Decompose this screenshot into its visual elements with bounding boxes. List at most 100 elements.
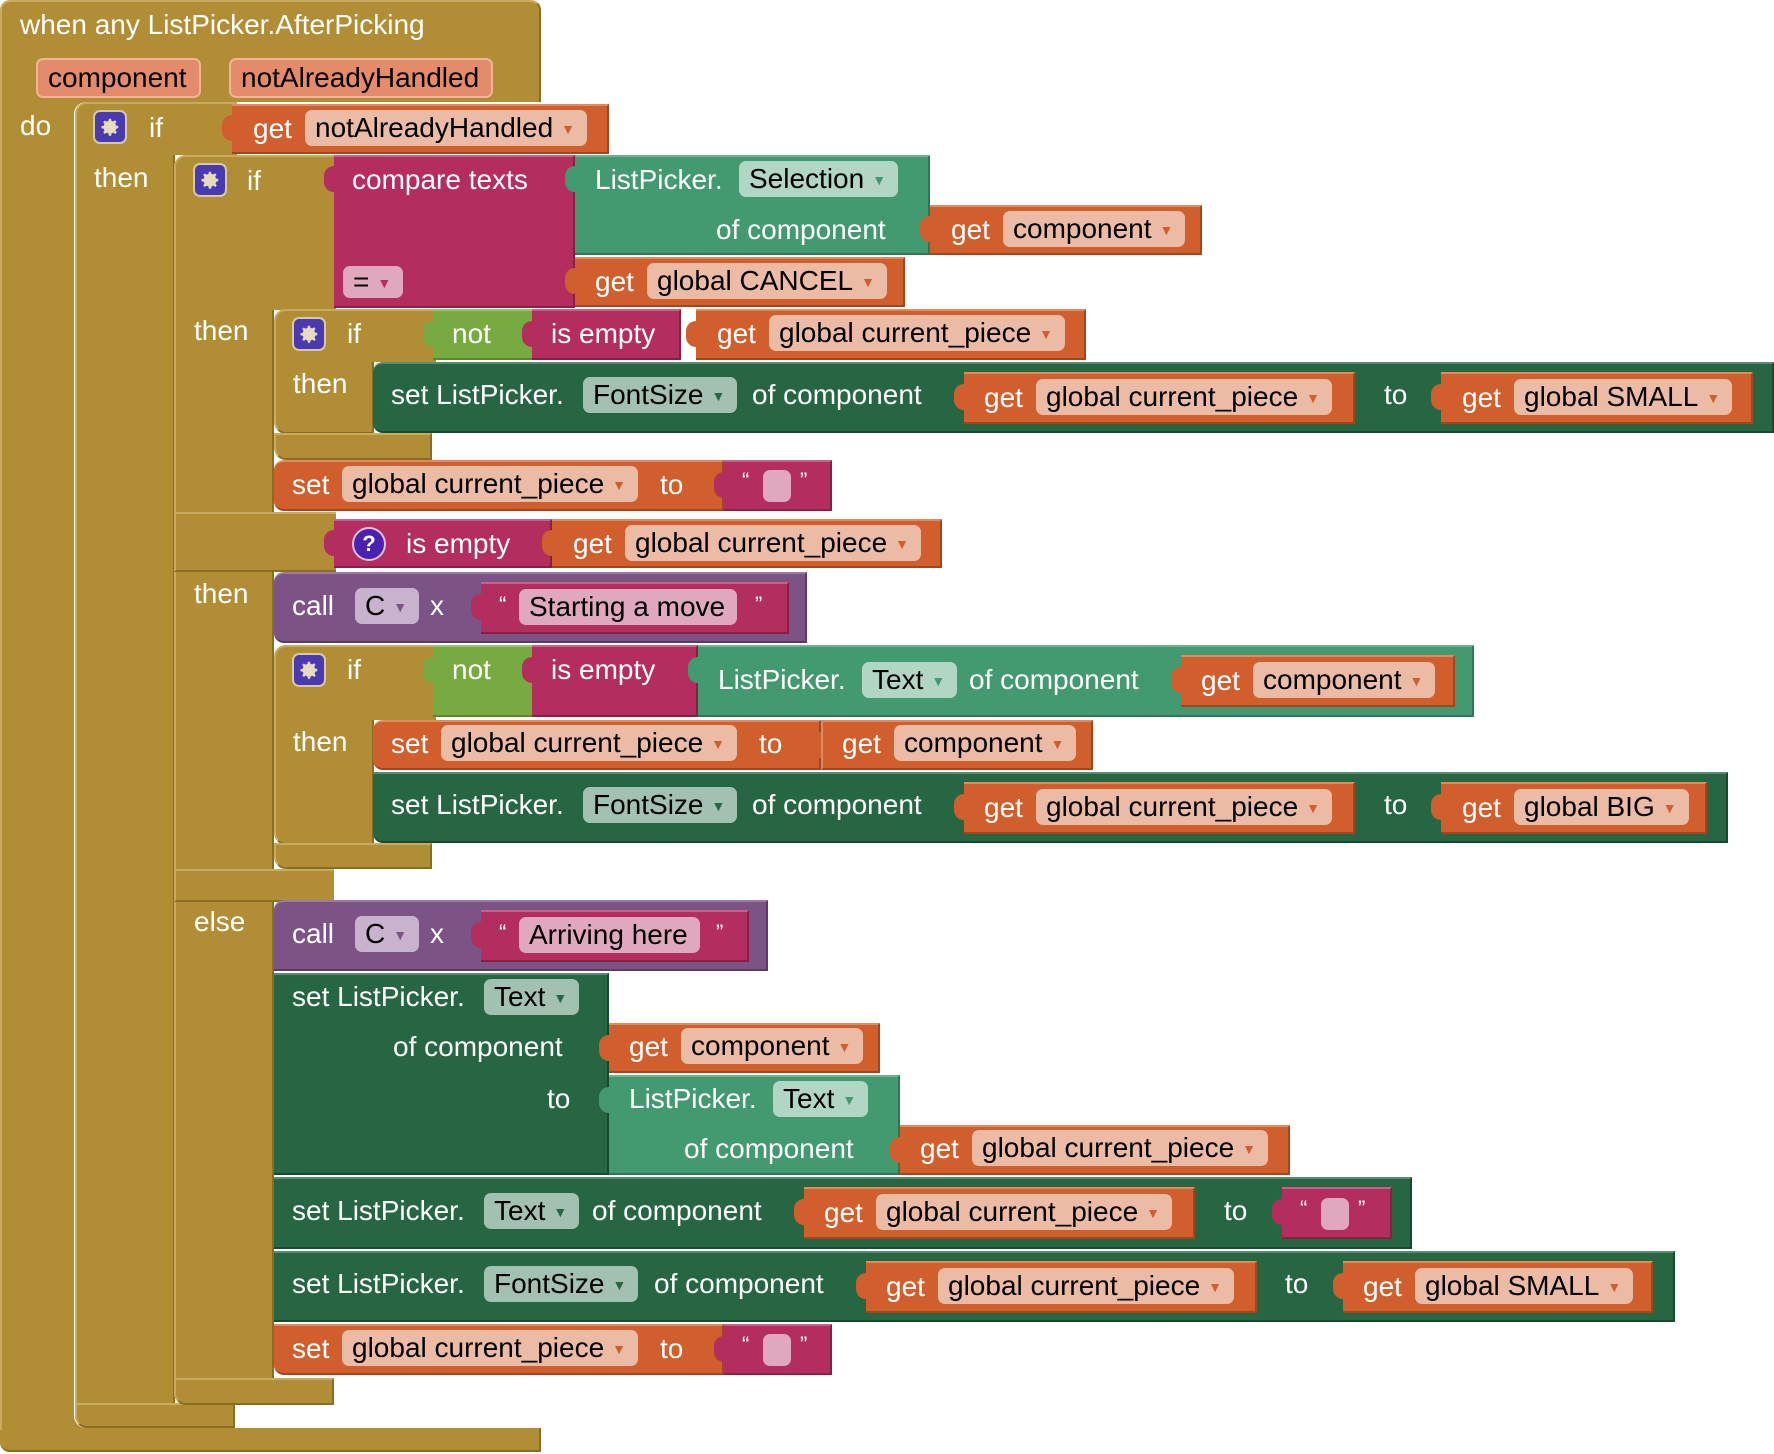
- procedure-name: C: [365, 918, 386, 949]
- get-label: get: [951, 214, 990, 245]
- plug: [1272, 1199, 1282, 1225]
- if-block-2-bottom: [174, 1378, 334, 1405]
- listpicker-prefix: ListPicker.: [629, 1083, 757, 1114]
- dropdown-arrow-icon: ▼: [861, 274, 875, 290]
- var-dropdown-notalreadyhandled[interactable]: notAlreadyHandled ▼: [305, 110, 588, 146]
- plug: [794, 1199, 804, 1225]
- listpicker-prefix: ListPicker.: [595, 164, 723, 195]
- text-string-field[interactable]: Starting a move: [519, 589, 738, 625]
- if-block-2-else-arm: [174, 869, 334, 902]
- if-block-1[interactable]: [75, 102, 175, 1428]
- var-dropdown-current-piece[interactable]: global current_piece ▼: [441, 725, 738, 761]
- set-listpicker-prefix: set ListPicker.: [292, 1268, 465, 1299]
- property-dropdown-text[interactable]: Text ▼: [773, 1081, 869, 1117]
- property-dropdown-selection[interactable]: Selection ▼: [739, 161, 899, 197]
- help-question-icon[interactable]: ?: [352, 527, 386, 561]
- property-name: Text: [494, 981, 546, 1012]
- plug: [811, 732, 821, 758]
- procedure-dropdown[interactable]: C ▼: [355, 588, 420, 624]
- open-quote: “: [742, 468, 750, 493]
- dropdown-arrow-icon: ▼: [1306, 390, 1321, 406]
- then-label: then: [194, 315, 249, 346]
- set-listpicker-prefix: set ListPicker.: [391, 789, 564, 820]
- property-name: FontSize: [593, 789, 704, 820]
- dropdown-arrow-icon: ▼: [1159, 222, 1174, 238]
- var-name: global SMALL: [1425, 1270, 1600, 1301]
- plug: [1333, 1273, 1343, 1299]
- get-label: get: [717, 318, 756, 349]
- of-component-label: of component: [752, 379, 922, 410]
- set-listpicker-prefix: set ListPicker.: [292, 981, 465, 1012]
- to-label: to: [1384, 789, 1408, 820]
- param-component[interactable]: component: [36, 58, 201, 98]
- var-dropdown-component[interactable]: component ▼: [681, 1028, 864, 1064]
- plug: [522, 321, 532, 347]
- var-dropdown-component[interactable]: component ▼: [1253, 662, 1436, 698]
- var-dropdown-current-piece[interactable]: global current_piece ▼: [876, 1194, 1173, 1230]
- call-label: call: [292, 918, 335, 949]
- get-label: get: [984, 792, 1023, 823]
- var-dropdown-current-piece[interactable]: global current_piece ▼: [972, 1130, 1269, 1166]
- dropdown-arrow-icon: ▼: [931, 673, 946, 689]
- procedure-dropdown[interactable]: C ▼: [355, 916, 420, 952]
- empty-string-field[interactable]: [763, 470, 791, 502]
- var-dropdown-global-small[interactable]: global SMALL ▼: [1415, 1268, 1634, 1304]
- var-dropdown-current-piece[interactable]: global current_piece ▼: [625, 525, 922, 561]
- var-dropdown-global-cancel[interactable]: global CANCEL ▼: [647, 263, 887, 299]
- get-label: get: [573, 528, 612, 559]
- arg-x-label: x: [430, 590, 444, 621]
- var-dropdown-component[interactable]: component ▼: [894, 725, 1077, 761]
- var-dropdown-current-piece[interactable]: global current_piece ▼: [938, 1268, 1235, 1304]
- get-label: get: [1363, 1271, 1402, 1302]
- get-label: get: [1462, 792, 1501, 823]
- compare-operator-dropdown[interactable]: = ▼: [343, 266, 404, 298]
- param-notalreadyhandled[interactable]: notAlreadyHandled: [229, 58, 494, 98]
- mutator-gear-icon[interactable]: [292, 653, 326, 687]
- dropdown-arrow-icon: ▼: [553, 1204, 568, 1220]
- open-quote: “: [1300, 1196, 1308, 1221]
- get-label: get: [842, 728, 881, 759]
- of-component-label: of component: [393, 1031, 563, 1062]
- property-dropdown-text[interactable]: Text ▼: [484, 979, 580, 1015]
- close-quote: ”: [1358, 1196, 1366, 1221]
- var-dropdown-global-big[interactable]: global BIG ▼: [1514, 789, 1689, 825]
- mutator-gear-icon[interactable]: [193, 163, 227, 197]
- of-component-label: of component: [752, 789, 922, 820]
- property-dropdown-fontsize[interactable]: FontSize ▼: [583, 377, 738, 413]
- if-label: if: [247, 165, 261, 196]
- var-name: component: [691, 1030, 830, 1061]
- text-string-field[interactable]: Arriving here: [519, 917, 700, 953]
- dropdown-arrow-icon: ▼: [1662, 800, 1677, 816]
- empty-string-field[interactable]: [1321, 1198, 1349, 1230]
- property-dropdown-text[interactable]: Text ▼: [484, 1193, 580, 1229]
- var-dropdown-current-piece[interactable]: global current_piece ▼: [1036, 379, 1333, 415]
- var-dropdown-global-small[interactable]: global SMALL ▼: [1514, 379, 1733, 415]
- property-dropdown-fontsize[interactable]: FontSize ▼: [583, 787, 738, 823]
- empty-string-field[interactable]: [763, 1334, 791, 1366]
- dropdown-arrow-icon: ▼: [711, 388, 726, 404]
- dropdown-arrow-icon: ▼: [1039, 326, 1054, 342]
- dropdown-arrow-icon: ▼: [1208, 1279, 1223, 1295]
- if-label: if: [149, 112, 163, 143]
- mutator-gear-icon[interactable]: [292, 317, 326, 351]
- plug: [471, 594, 481, 620]
- close-quote: ”: [755, 592, 763, 617]
- property-dropdown-fontsize[interactable]: FontSize ▼: [484, 1266, 639, 1302]
- if-block-1-bottom: [75, 1403, 235, 1428]
- plug: [423, 657, 433, 683]
- var-dropdown-current-piece[interactable]: global current_piece ▼: [769, 315, 1066, 351]
- var-dropdown-component[interactable]: component ▼: [1003, 211, 1186, 247]
- dropdown-arrow-icon: ▼: [872, 172, 887, 188]
- dropdown-arrow-icon: ▼: [612, 1277, 627, 1293]
- get-label: get: [886, 1271, 925, 1302]
- var-dropdown-current-piece[interactable]: global current_piece ▼: [342, 1330, 639, 1366]
- dropdown-arrow-icon: ▼: [837, 1039, 852, 1055]
- plug: [599, 1087, 609, 1113]
- is-empty-label: is empty: [406, 528, 511, 559]
- property-dropdown-text[interactable]: Text ▼: [862, 662, 958, 698]
- var-dropdown-current-piece[interactable]: global current_piece ▼: [342, 466, 639, 502]
- plug: [222, 115, 232, 141]
- var-dropdown-current-piece[interactable]: global current_piece ▼: [1036, 789, 1333, 825]
- mutator-gear-icon[interactable]: [93, 110, 127, 144]
- do-label: do: [20, 110, 52, 141]
